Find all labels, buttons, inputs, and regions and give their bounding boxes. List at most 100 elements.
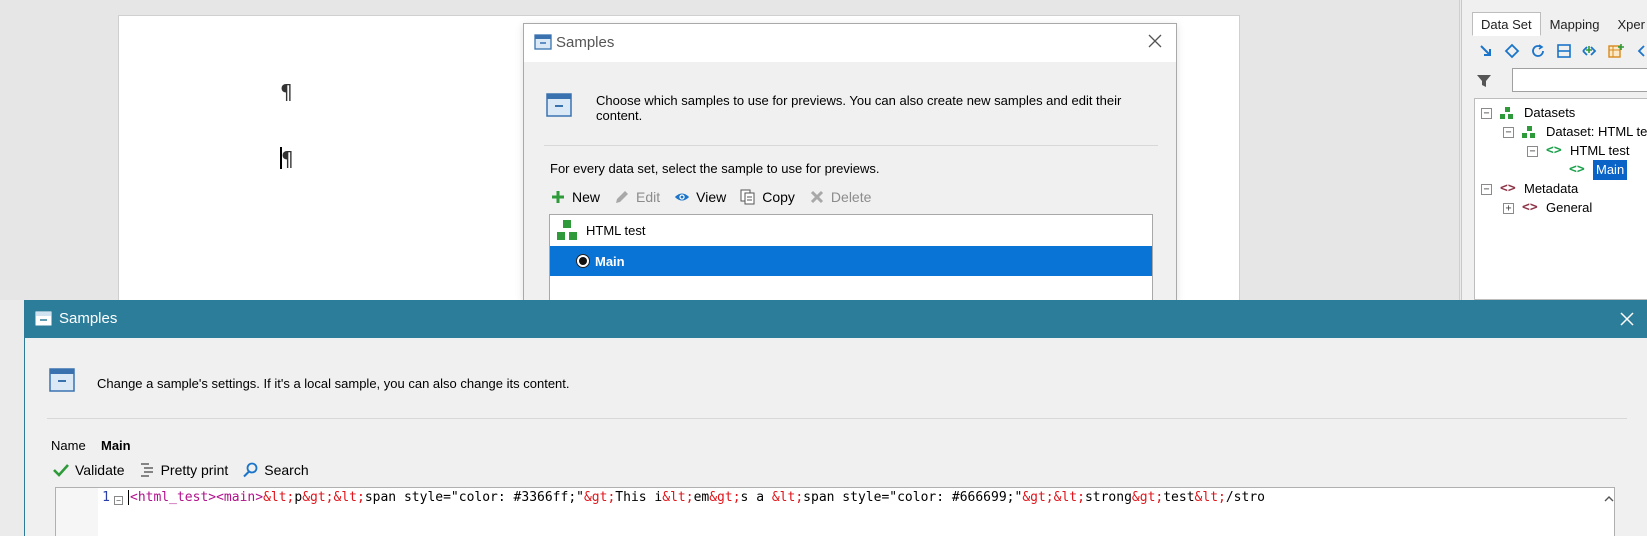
tree-label-html-test: HTML test (1570, 143, 1630, 158)
tree-label-main: Main (1593, 160, 1628, 180)
expand-icon[interactable]: + (1503, 202, 1514, 214)
arrow-icon[interactable] (1476, 40, 1496, 62)
editor-toolbar: Validate Pretty print Search (53, 462, 309, 478)
close-icon[interactable] (1618, 310, 1636, 328)
code-token: s a (740, 490, 772, 505)
copy-button[interactable]: Copy (740, 189, 795, 205)
scroll-up-icon[interactable] (1602, 492, 1614, 506)
tree-label-dataset-html: Dataset: HTML tes (1546, 124, 1647, 139)
panel-tabs: Data Set Mapping Xper (1472, 12, 1647, 36)
separator (47, 418, 1627, 419)
fold-collapse-icon[interactable]: − (114, 496, 123, 505)
checkmark-icon (53, 462, 69, 478)
tree-item-metadata[interactable]: − <> Metadata (1481, 179, 1578, 199)
dialog-description: Change a sample's settings. If it's a lo… (97, 376, 570, 391)
code-token: test (1163, 490, 1195, 505)
plus-icon (550, 189, 566, 205)
dialog-titlebar[interactable]: Samples (524, 24, 1176, 62)
add-node-icon[interactable] (1580, 40, 1600, 62)
datasets-icon (1500, 106, 1518, 120)
code-token: &lt; (1194, 490, 1226, 505)
instruction-text: For every data set, select the sample to… (550, 161, 880, 176)
code-token: &gt; (583, 490, 616, 505)
view-label: View (696, 189, 727, 205)
collapse-icon[interactable]: − (1527, 145, 1538, 157)
dialog-description: Choose which samples to use for previews… (596, 93, 1122, 123)
diamond-icon[interactable] (1502, 40, 1522, 62)
element-tag-icon: <> (1546, 143, 1562, 158)
code-token: &lt; (263, 490, 295, 505)
code-line[interactable]: <html_test><main>&lt;p&gt;&lt;span style… (128, 490, 1568, 505)
edit-label: Edit (636, 189, 661, 205)
tab-mapping[interactable]: Mapping (1541, 12, 1609, 36)
samples-dialog-edit: Samples Change a sample's settings. If i… (24, 300, 1647, 536)
tab-data-set[interactable]: Data Set (1472, 12, 1541, 36)
code-token: <main> (216, 490, 264, 505)
code-token: &gt;&lt; (302, 490, 365, 505)
new-label: New (572, 189, 601, 205)
tree-item-datasets[interactable]: − Datasets (1481, 103, 1575, 123)
filter-input[interactable] (1512, 68, 1647, 92)
paragraph-mark-cursor: ¶ (280, 147, 294, 171)
tree-item-dataset-html[interactable]: − Dataset: HTML tes (1503, 122, 1647, 142)
separator (544, 145, 1158, 146)
code-editor[interactable]: 1 − <html_test><main>&lt;p&gt;&lt;span s… (55, 487, 1615, 536)
radio-selected-icon[interactable] (576, 254, 590, 268)
code-token: strong (1084, 490, 1132, 505)
list-item-dataset[interactable]: HTML test (550, 215, 1152, 245)
tree-item-main[interactable]: <> Main (1569, 160, 1628, 180)
pencil-icon (614, 189, 630, 205)
tree-item-html-test[interactable]: − <> HTML test (1527, 141, 1629, 161)
tree-label-datasets: Datasets (1524, 105, 1576, 120)
delete-label: Delete (830, 189, 872, 205)
element-tag-icon: <> (1569, 162, 1585, 177)
list-item-sample-selected[interactable]: Main (550, 246, 1152, 276)
tree-label-metadata: Metadata (1524, 181, 1579, 196)
pretty-print-label: Pretty print (160, 462, 229, 478)
view-button[interactable]: View (674, 189, 726, 205)
code-token: &lt; (771, 490, 804, 505)
layout-icon[interactable] (1554, 40, 1574, 62)
edit-button[interactable]: Edit (614, 189, 660, 205)
tab-xper[interactable]: Xper (1608, 12, 1647, 36)
samples-list: HTML test Main (549, 214, 1153, 302)
search-label: Search (264, 462, 309, 478)
collapse-icon[interactable]: − (1481, 107, 1492, 119)
tag-icon[interactable] (1632, 40, 1647, 62)
search-icon (242, 462, 258, 478)
code-token: &gt; (709, 490, 741, 505)
delete-icon (809, 189, 825, 205)
data-tree: − Datasets − Dataset: HTML tes − <> HTML… (1474, 98, 1647, 300)
samples-icon (534, 34, 552, 50)
code-token: &gt; (1131, 490, 1164, 505)
dialog-title: Samples (556, 34, 615, 51)
validate-button[interactable]: Validate (53, 462, 125, 478)
code-token: <html_test> (130, 490, 217, 505)
tree-item-general[interactable]: + <> General (1503, 198, 1592, 218)
samples-icon (35, 311, 52, 326)
copy-label: Copy (762, 189, 795, 205)
samples-icon (546, 93, 572, 117)
pretty-print-button[interactable]: Pretty print (139, 462, 229, 478)
samples-toolbar: New Edit View Copy Delete (550, 189, 871, 205)
text-caret (128, 490, 129, 505)
eye-icon (674, 189, 690, 205)
close-icon[interactable] (1146, 32, 1164, 50)
refresh-icon[interactable] (1528, 40, 1548, 62)
table-add-icon[interactable] (1606, 40, 1626, 62)
collapse-icon[interactable]: − (1481, 183, 1492, 195)
code-token: em (693, 490, 710, 505)
code-token: span style="color: #3366ff;" (364, 490, 584, 505)
collapse-icon[interactable]: − (1503, 126, 1514, 138)
data-set-panel: Data Set Mapping Xper − Datasets − Datas… (1461, 0, 1647, 300)
search-button[interactable]: Search (242, 462, 309, 478)
delete-button[interactable]: Delete (809, 189, 871, 205)
metadata-tag-icon: <> (1522, 200, 1538, 215)
pretty-print-icon (139, 462, 155, 478)
dataset-icon (556, 219, 578, 241)
new-button[interactable]: New (550, 189, 600, 205)
code-token: This i (615, 490, 663, 505)
dialog-titlebar[interactable]: Samples (25, 300, 1647, 338)
name-value: Main (101, 438, 131, 453)
samples-icon (49, 368, 75, 392)
